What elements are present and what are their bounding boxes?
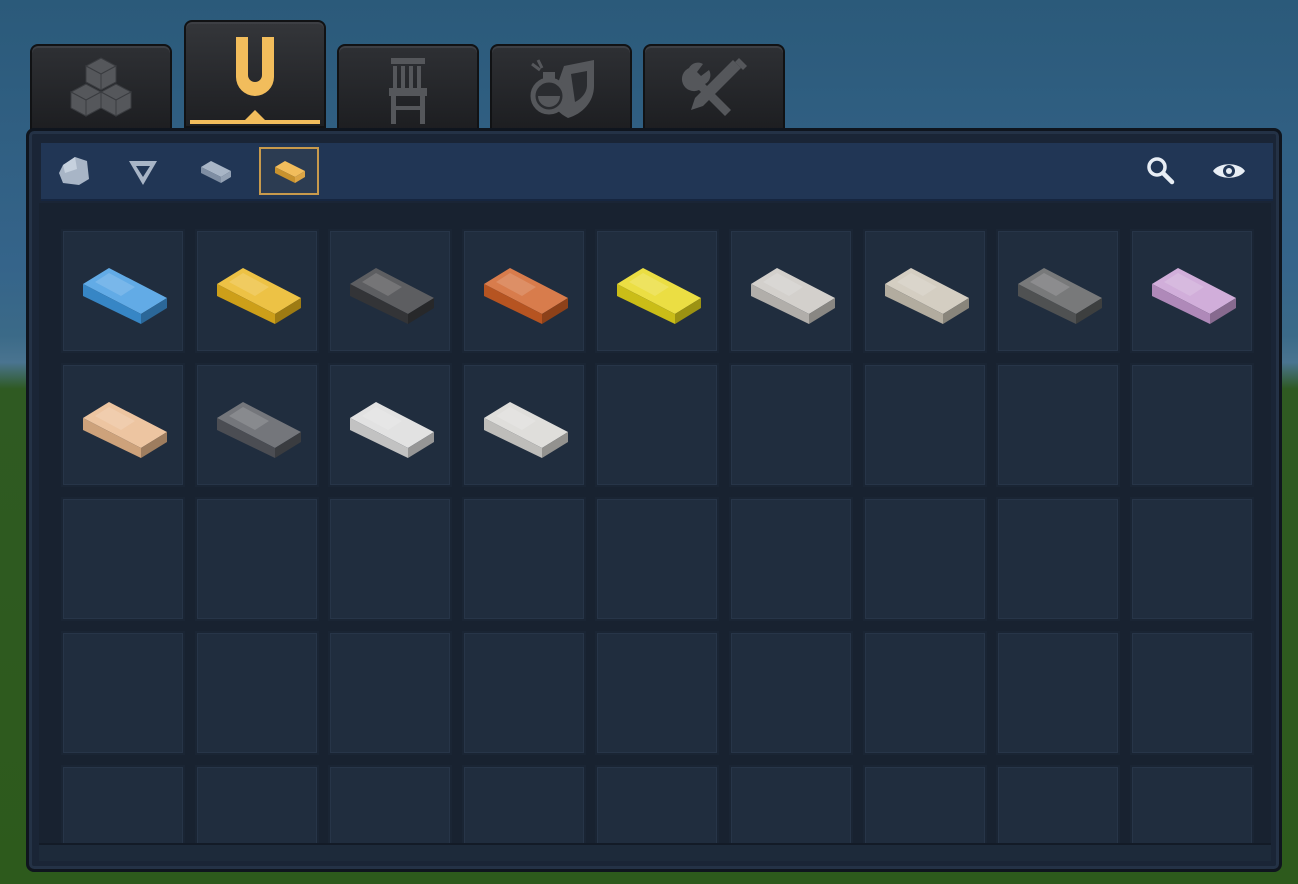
chair-icon (389, 58, 427, 124)
inventory-slot[interactable] (194, 363, 319, 487)
inventory-slot[interactable] (461, 229, 586, 353)
inventory-slot[interactable] (328, 631, 453, 755)
tab-items[interactable] (184, 20, 326, 128)
panel-bottom-rim (39, 843, 1271, 861)
inventory-slot[interactable] (461, 765, 586, 843)
subcategory-bar (41, 143, 1273, 201)
light-ingot-icon (483, 402, 568, 458)
inventory-slot[interactable] (728, 497, 853, 621)
inventory-slot[interactable] (1129, 229, 1254, 353)
inventory-slot[interactable] (1129, 631, 1254, 755)
inventory-slot[interactable] (194, 631, 319, 755)
eye-icon (1213, 164, 1245, 178)
inventory-slot[interactable] (328, 765, 453, 843)
inventory-slot[interactable] (728, 229, 853, 353)
raw-bar-icon (201, 161, 231, 183)
gem-icon (129, 161, 157, 185)
graphite-ingot-icon (1018, 268, 1103, 324)
inventory-slot[interactable] (728, 765, 853, 843)
potion-shield-icon (530, 59, 594, 118)
inventory-slot[interactable] (862, 631, 987, 755)
tab-potions[interactable] (490, 44, 632, 136)
gold-ingot-icon (216, 268, 301, 324)
inventory-slot[interactable] (461, 631, 586, 755)
search-icon (1147, 157, 1175, 185)
ingot-icon (275, 161, 305, 183)
peach-ingot-icon (83, 402, 167, 458)
active-tab-underline (190, 120, 320, 124)
inventory-panel (26, 128, 1282, 872)
inventory-slot[interactable] (728, 363, 853, 487)
subtab-gems[interactable] (113, 147, 173, 195)
tab-furniture[interactable] (337, 44, 479, 136)
inventory-slot[interactable] (996, 229, 1121, 353)
search-button[interactable] (1139, 151, 1183, 191)
inventory-slot[interactable] (996, 497, 1121, 621)
copper-ingot-icon (483, 268, 568, 324)
active-tab-notch (245, 110, 265, 120)
inventory-slot[interactable] (461, 363, 586, 487)
silver-ingot-icon (750, 268, 835, 324)
tab-tools[interactable] (643, 44, 785, 136)
blue-ingot-icon (83, 268, 167, 324)
tab-blocks[interactable] (30, 44, 172, 136)
inventory-slot[interactable] (61, 497, 185, 621)
inventory-slot[interactable] (595, 497, 720, 621)
inventory-slot[interactable] (194, 229, 319, 353)
inventory-slot[interactable] (1129, 765, 1254, 843)
magnet-icon (236, 37, 274, 96)
inventory-slot[interactable] (862, 765, 987, 843)
subtab-ingots[interactable] (259, 147, 319, 195)
inventory-slot[interactable] (595, 229, 720, 353)
ore-chunk-icon (59, 157, 89, 185)
inventory-slot[interactable] (862, 497, 987, 621)
inventory-slot[interactable] (328, 363, 453, 487)
inventory-slot[interactable] (1129, 497, 1254, 621)
cubes-icon (69, 57, 133, 117)
subtab-ores[interactable] (45, 147, 105, 195)
inventory-slot[interactable] (862, 363, 987, 487)
inventory-slot[interactable] (595, 631, 720, 755)
inventory-slot[interactable] (328, 229, 453, 353)
inventory-slot[interactable] (996, 631, 1121, 755)
inventory-slot[interactable] (61, 229, 185, 353)
pale-ingot-icon (884, 268, 969, 324)
inventory-slot[interactable] (328, 497, 453, 621)
visibility-toggle[interactable] (1207, 151, 1251, 191)
item-grid-area (39, 203, 1271, 843)
steel-ingot-icon (216, 402, 301, 458)
inventory-slot[interactable] (194, 497, 319, 621)
inventory-slot[interactable] (1129, 363, 1254, 487)
inventory-slot[interactable] (862, 229, 987, 353)
inventory-slot[interactable] (996, 363, 1121, 487)
tools-icon (681, 58, 747, 116)
yellow-ingot-icon (617, 268, 702, 324)
subtab-raw-bars[interactable] (185, 147, 245, 195)
white-ingot-icon (350, 402, 435, 458)
inventory-slot[interactable] (728, 631, 853, 755)
inventory-slot[interactable] (194, 765, 319, 843)
inventory-slot[interactable] (595, 765, 720, 843)
item-grid (61, 229, 1254, 843)
inventory-slot[interactable] (461, 497, 586, 621)
dark-ingot-icon (350, 268, 435, 324)
inventory-slot[interactable] (996, 765, 1121, 843)
inventory-slot[interactable] (595, 363, 720, 487)
inventory-slot[interactable] (61, 631, 185, 755)
inventory-slot[interactable] (61, 363, 185, 487)
pink-ingot-icon (1151, 268, 1236, 324)
inventory-slot[interactable] (61, 765, 185, 843)
